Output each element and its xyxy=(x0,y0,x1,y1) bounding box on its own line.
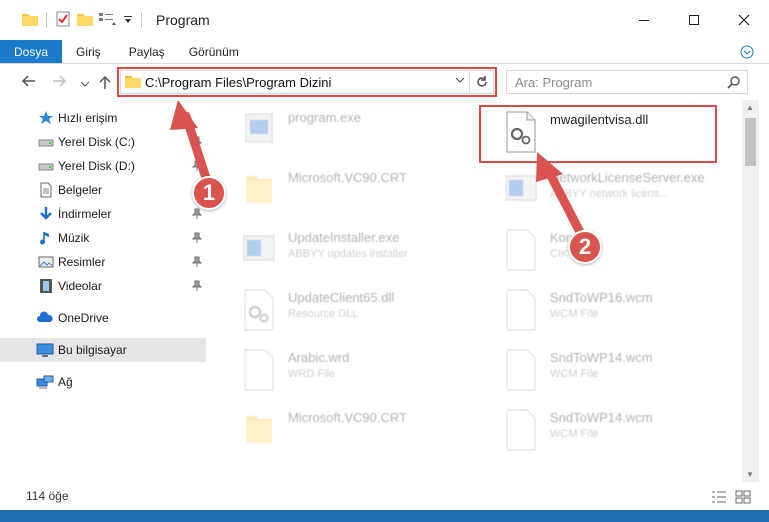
item-count: 114 öğe xyxy=(26,489,69,503)
arrow-to-dll-file xyxy=(536,152,587,241)
scroll-down-icon[interactable]: ▼ xyxy=(746,470,754,479)
step-marker-1: 1 xyxy=(192,176,226,210)
desktop-strip xyxy=(0,510,769,522)
details-view-icon[interactable] xyxy=(711,490,727,507)
arrow-to-address-bar xyxy=(170,100,211,183)
large-icons-view-icon[interactable] xyxy=(735,490,751,507)
scroll-up-icon[interactable]: ▲ xyxy=(746,103,754,112)
vertical-scrollbar[interactable]: ▲ ▼ xyxy=(742,100,759,482)
scrollbar-thumb[interactable] xyxy=(745,118,756,166)
step-marker-2: 2 xyxy=(568,230,602,264)
status-bar: 114 öğe xyxy=(0,484,769,510)
annotation-arrows xyxy=(170,100,587,241)
view-switcher xyxy=(711,490,751,507)
